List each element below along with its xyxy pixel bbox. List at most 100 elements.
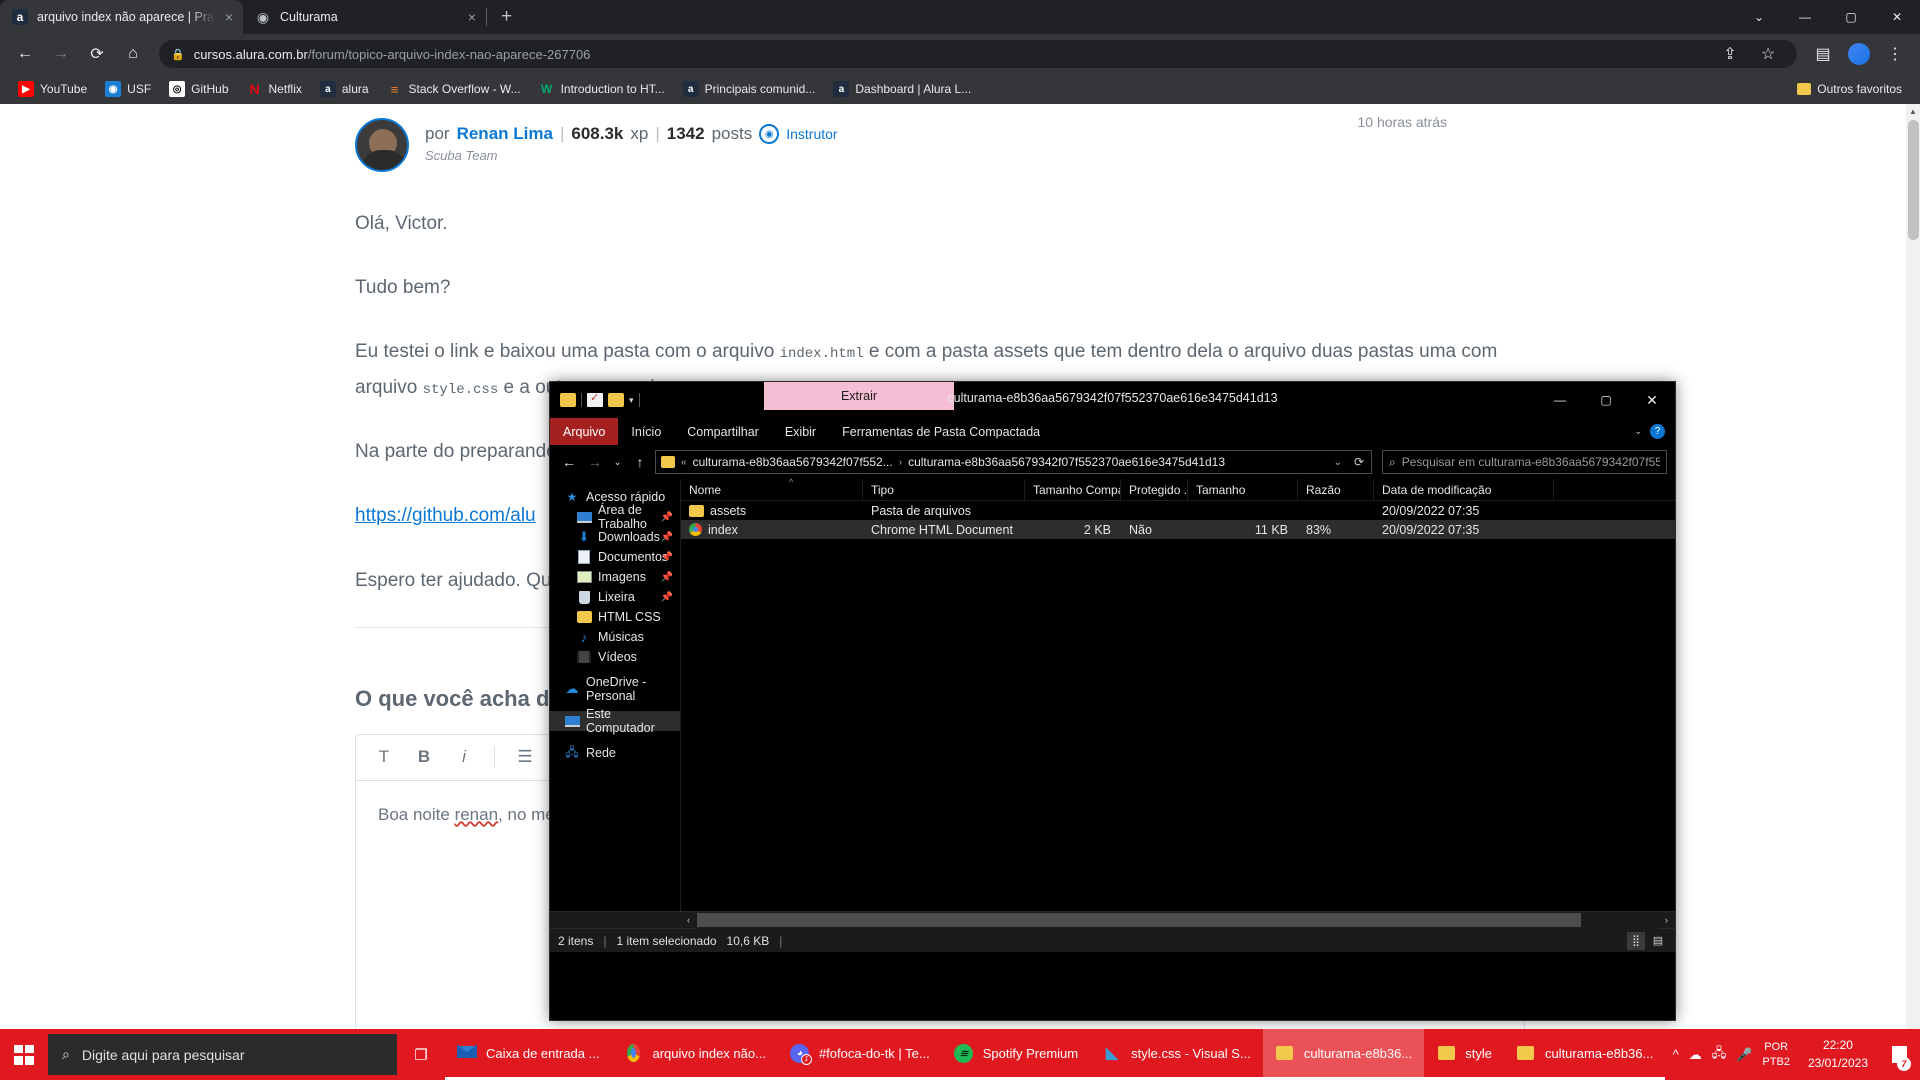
overflow-icon[interactable]: « xyxy=(681,457,687,468)
bold-button[interactable]: B xyxy=(406,741,442,773)
bookmark-dashboard-alura[interactable]: a Dashboard | Alura L... xyxy=(825,78,979,100)
taskbar-search-input[interactable]: ⌕ Digite aqui para pesquisar xyxy=(48,1034,397,1075)
bookmark-github[interactable]: ◎ GitHub xyxy=(161,78,236,100)
explorer-search-input[interactable]: ⌕ Pesquisar em culturama-e8b36aa5679342f… xyxy=(1382,450,1667,474)
microphone-icon[interactable]: 🎤 xyxy=(1736,1047,1752,1063)
help-icon[interactable]: ? xyxy=(1650,424,1665,439)
ribbon-tab-ferramentas-pasta-compactada[interactable]: Ferramentas de Pasta Compactada xyxy=(829,418,1053,445)
nav-item-este-computador[interactable]: Este Computador xyxy=(550,707,680,735)
author-name[interactable]: Renan Lima xyxy=(457,124,553,144)
minimize-button[interactable]: — xyxy=(1537,382,1583,418)
text-format-button[interactable]: T xyxy=(366,741,402,773)
github-link[interactable]: https://github.com/alu xyxy=(355,505,536,526)
nav-item-downloads[interactable]: ⬇ Downloads 📌 xyxy=(550,527,680,547)
chevron-down-icon[interactable]: ⌄ xyxy=(1634,426,1642,437)
bookmark-alura[interactable]: a alura xyxy=(312,78,377,100)
nav-item-area-de-trabalho[interactable]: Área de Trabalho 📌 xyxy=(550,503,680,531)
close-icon[interactable]: × xyxy=(225,10,233,24)
scroll-left-icon[interactable]: ‹ xyxy=(680,915,697,925)
taskbar-item-culturama-2[interactable]: culturama-e8b36... xyxy=(1503,1029,1666,1080)
bookmark-usf[interactable]: ◉ USF xyxy=(97,78,159,100)
maximize-button[interactable]: ▢ xyxy=(1583,382,1629,418)
pin-icon[interactable]: 📌 xyxy=(661,552,673,563)
nav-item-documentos[interactable]: Documentos 📌 xyxy=(550,547,680,567)
refresh-icon[interactable]: ⟳ xyxy=(1354,455,1364,469)
table-row[interactable]: index Chrome HTML Document 2 KB Não 11 K… xyxy=(681,520,1675,539)
taskbar-item-vscode[interactable]: ◣ style.css - Visual S... xyxy=(1090,1029,1263,1080)
back-button[interactable]: ← xyxy=(558,450,580,474)
taskbar-item-culturama-1[interactable]: culturama-e8b36... xyxy=(1262,1029,1425,1080)
scrollbar-thumb[interactable] xyxy=(1908,120,1919,240)
clock[interactable]: 22:20 23/01/2023 xyxy=(1800,1037,1876,1072)
taskbar-item-style[interactable]: style xyxy=(1424,1029,1504,1080)
cloud-icon[interactable]: ☁ xyxy=(1689,1047,1702,1063)
home-button[interactable]: ⌂ xyxy=(116,37,150,71)
page-scrollbar[interactable]: ▲ ▼ xyxy=(1906,104,1920,1049)
chevron-up-icon[interactable]: ^ xyxy=(1673,1047,1679,1062)
bookmark-star-icon[interactable]: ☆ xyxy=(1751,37,1785,71)
column-header-razao[interactable]: Razão xyxy=(1298,478,1374,501)
italic-button[interactable]: i xyxy=(446,741,482,773)
close-icon[interactable]: × xyxy=(468,10,476,24)
pin-icon[interactable]: 📌 xyxy=(661,592,673,603)
column-header-data-modificacao[interactable]: Data de modificação xyxy=(1374,478,1554,501)
column-header-tamanho[interactable]: Tamanho xyxy=(1188,478,1298,501)
ribbon-tab-inicio[interactable]: Início xyxy=(618,418,674,445)
nav-item-onedrive[interactable]: ☁ OneDrive - Personal xyxy=(550,675,680,703)
close-button[interactable]: ✕ xyxy=(1629,382,1675,418)
scrollbar-track[interactable] xyxy=(697,911,1658,929)
tiles-view-icon[interactable]: ▤ xyxy=(1649,932,1667,950)
pin-icon[interactable]: 📌 xyxy=(661,512,673,523)
scroll-up-icon[interactable]: ▲ xyxy=(1906,104,1920,118)
new-tab-button[interactable]: + xyxy=(487,6,526,34)
forward-button[interactable]: → xyxy=(584,450,606,474)
new-folder-icon[interactable] xyxy=(608,393,624,407)
column-header-tamanho-compactado[interactable]: Tamanho Compact... xyxy=(1025,478,1121,501)
explorer-title-bar[interactable]: ▾ Extrair culturama-e8b36aa5679342f07f55… xyxy=(550,382,1675,418)
folder-icon[interactable] xyxy=(560,393,576,407)
taskbar-item-spotify[interactable]: ≋ Spotify Premium xyxy=(941,1029,1091,1080)
task-view-icon[interactable]: ❐ xyxy=(397,1029,445,1080)
minimize-button[interactable]: — xyxy=(1782,0,1828,34)
pin-icon[interactable]: 📌 xyxy=(661,532,673,543)
back-button[interactable]: ← xyxy=(8,37,42,71)
column-header-tipo[interactable]: Tipo xyxy=(863,478,1025,501)
bookmark-introduction-html[interactable]: W Introduction to HT... xyxy=(531,78,673,100)
pin-icon[interactable]: 📌 xyxy=(661,572,673,583)
notification-center-button[interactable]: 7 xyxy=(1886,1029,1912,1080)
ribbon-tab-exibir[interactable]: Exibir xyxy=(772,418,829,445)
breadcrumb-2[interactable]: culturama-e8b36aa5679342f07f552370ae616e… xyxy=(908,455,1225,469)
share-icon[interactable]: ⇪ xyxy=(1713,37,1747,71)
bookmark-youtube[interactable]: ▶ YouTube xyxy=(10,78,95,100)
browser-tab-2[interactable]: ◉ Culturama × xyxy=(243,0,486,34)
nav-item-videos[interactable]: Vídeos xyxy=(550,647,680,667)
bookmark-principais-comunidades[interactable]: a Principais comunid... xyxy=(675,78,824,100)
taskbar-item-chrome[interactable]: arquivo index não... xyxy=(611,1029,778,1080)
address-bar[interactable]: 🔒 cursos.alura.com.br/forum/topico-arqui… xyxy=(159,40,1797,68)
chevron-down-icon[interactable]: ⌄ xyxy=(1736,0,1782,34)
nav-item-imagens[interactable]: Imagens 📌 xyxy=(550,567,680,587)
close-button[interactable]: ✕ xyxy=(1874,0,1920,34)
list-button[interactable]: ☰ xyxy=(507,741,543,773)
extensions-icon[interactable]: ▤ xyxy=(1806,37,1840,71)
extract-contextual-tab[interactable]: Extrair xyxy=(764,382,954,410)
taskbar-item-mail[interactable]: Caixa de entrada ... xyxy=(445,1029,612,1080)
ribbon-tab-compartilhar[interactable]: Compartilhar xyxy=(674,418,772,445)
profile-avatar[interactable] xyxy=(1842,37,1876,71)
browser-tab-1[interactable]: a arquivo index não aparece | Prati × xyxy=(0,0,243,34)
ribbon-tab-arquivo[interactable]: Arquivo xyxy=(550,418,619,445)
bookmark-netflix[interactable]: N Netflix xyxy=(239,78,310,100)
nav-item-rede[interactable]: 🖧 Rede xyxy=(550,743,680,763)
chrome-menu-icon[interactable]: ⋮ xyxy=(1878,37,1912,71)
properties-icon[interactable] xyxy=(587,391,603,407)
forward-button[interactable]: → xyxy=(44,37,78,71)
other-bookmarks-button[interactable]: Outros favoritos xyxy=(1789,79,1910,99)
breadcrumb-1[interactable]: culturama-e8b36aa5679342f07f552... xyxy=(693,455,893,469)
maximize-button[interactable]: ▢ xyxy=(1828,0,1874,34)
explorer-horizontal-scrollbar[interactable]: ‹ › xyxy=(550,911,1675,929)
chevron-down-icon[interactable]: ⌄ xyxy=(1334,457,1342,468)
nav-item-lixeira[interactable]: Lixeira 📌 xyxy=(550,587,680,607)
scroll-right-icon[interactable]: › xyxy=(1658,915,1675,925)
nav-item-musicas[interactable]: ♪ Músicas xyxy=(550,627,680,647)
recent-locations-icon[interactable]: ⌄ xyxy=(610,450,625,474)
